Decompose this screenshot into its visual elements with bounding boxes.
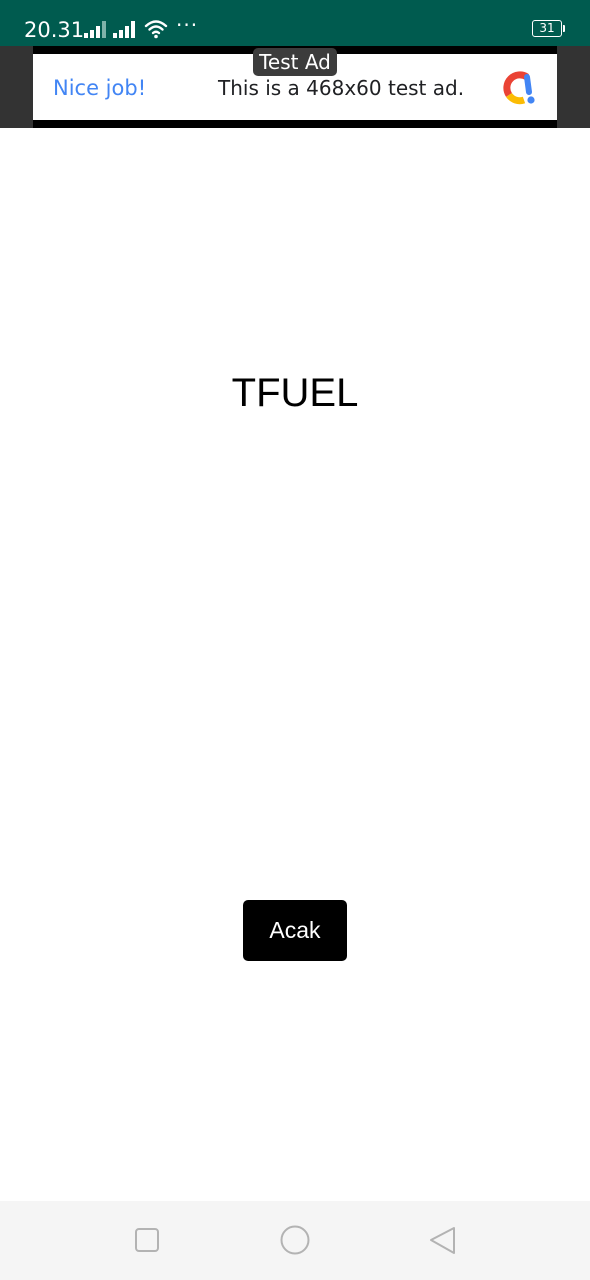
triangle-back-icon[interactable] [423,1223,463,1259]
wifi-icon [144,20,168,39]
random-word-display: TFUEL [231,371,359,415]
square-icon[interactable] [127,1223,167,1259]
battery-tip [563,25,565,32]
ad-body-text: This is a 468x60 test ad. [218,76,465,100]
battery-icon: 31 [532,20,562,37]
test-ad-badge: Test Ad [253,48,337,76]
ad-logo-icon[interactable] [501,70,537,106]
more-notifications-icon: ··· [176,13,199,37]
ad-headline[interactable]: Nice job! [53,74,146,102]
signal-icon [113,21,135,38]
battery-level: 31 [539,21,555,35]
navigation-bar [0,1201,590,1280]
signal-icon [84,21,106,38]
status-time: 20.31 [24,18,85,42]
circle-icon[interactable] [275,1223,315,1259]
status-bar: 20.31 ··· 31 [0,0,590,46]
randomize-button[interactable]: Acak [243,900,347,961]
